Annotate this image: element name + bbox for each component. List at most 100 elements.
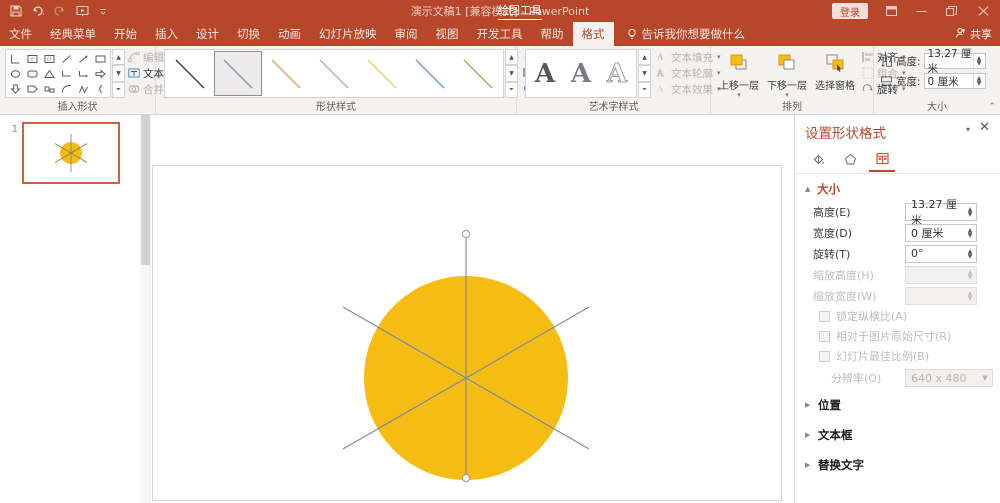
minimize-icon[interactable] [906, 0, 936, 22]
shape-pentagon-icon[interactable] [24, 81, 41, 96]
close-icon[interactable] [966, 0, 1000, 22]
alt-text-section[interactable]: ▶ 替换文字 [795, 450, 1000, 480]
best-scale-slideshow-row[interactable]: 幻灯片最佳比例(B) [795, 346, 1000, 366]
shape-rounded-rect-icon[interactable] [24, 66, 41, 81]
tab-help[interactable]: 帮助 [532, 22, 573, 46]
tab-format[interactable]: 格式 [572, 22, 614, 46]
shape-style-4[interactable] [358, 51, 406, 96]
pane-width-arrows[interactable]: ▲ ▼ [964, 227, 976, 238]
redo-icon[interactable] [50, 1, 70, 21]
shape-line-icon[interactable] [58, 51, 75, 66]
shape-down-arrow-icon[interactable] [7, 81, 24, 96]
save-icon[interactable] [6, 1, 26, 21]
size-section-header[interactable]: ▲ 大小 [795, 175, 1000, 201]
lock-aspect-ratio-checkbox[interactable] [819, 310, 830, 322]
collapse-ribbon-icon[interactable]: ⌃ [988, 102, 996, 112]
share-button[interactable]: 共享 [955, 26, 992, 42]
shape-right-arrow-icon[interactable] [92, 66, 109, 81]
shape-right-triangle-icon[interactable] [7, 51, 24, 66]
wordart-style-1[interactable]: A [563, 51, 599, 96]
wordart-style-2[interactable]: A [599, 51, 635, 96]
tell-me-search[interactable]: 告诉我你想要做什么 [614, 22, 745, 46]
shape-style-1[interactable] [214, 51, 262, 96]
send-backward-button[interactable]: 下移一层 ▾ [763, 49, 811, 99]
fill-line-tab[interactable] [805, 149, 831, 172]
start-slideshow-icon[interactable] [72, 1, 92, 21]
undo-icon[interactable] [28, 1, 48, 21]
shapes-gallery[interactable] [5, 49, 111, 98]
tab-animations[interactable]: 动画 [269, 22, 310, 46]
shape-style-5[interactable] [406, 51, 454, 96]
shape-flowchart-icon[interactable] [41, 81, 58, 96]
bring-forward-button[interactable]: 上移一层 ▾ [715, 49, 763, 99]
chevron-down-icon[interactable]: ▼ [978, 374, 992, 382]
slide-thumbnail-1[interactable] [22, 122, 120, 184]
ribbon-display-options-icon[interactable] [876, 0, 906, 22]
sign-in-button[interactable]: 登录 [832, 3, 868, 19]
size-properties-tab[interactable] [869, 149, 895, 172]
tab-classic-menu[interactable]: 经典菜单 [41, 22, 105, 46]
tab-insert[interactable]: 插入 [146, 22, 187, 46]
shapes-gallery-scroll[interactable]: ▲ ▼ ⏷ [112, 49, 125, 98]
pane-height-arrows[interactable]: ▲ ▼ [964, 206, 976, 217]
pane-options-chevron-icon[interactable]: ▾ [966, 125, 970, 134]
shape-rectangle-icon[interactable] [92, 51, 109, 66]
wordart-style-0[interactable]: A [527, 51, 563, 96]
pane-width-value[interactable]: 0 厘米 [906, 225, 964, 241]
tab-design[interactable]: 设计 [187, 22, 228, 46]
height-spinner[interactable]: 13.27 厘米 ▲ ▼ [923, 48, 986, 75]
wordart-scroll-down-icon[interactable]: ▼ [638, 65, 651, 82]
wordart-scroll-up-icon[interactable]: ▲ [638, 49, 651, 66]
tab-transitions[interactable]: 切换 [228, 22, 269, 46]
selection-pane-button[interactable]: 选择窗格 [811, 49, 859, 92]
relative-original-size-row[interactable]: 相对于图片原始尺寸(R) [795, 326, 1000, 346]
shape-elbow-arrow-icon[interactable] [75, 66, 92, 81]
shapes-scroll-up-icon[interactable]: ▲ [112, 49, 125, 66]
height-spinner-arrows[interactable]: ▲ ▼ [972, 54, 985, 68]
restore-icon[interactable] [936, 0, 966, 22]
wordart-gallery-scroll[interactable]: ▲ ▼ ⏷ [638, 49, 651, 98]
pane-rotation-value[interactable]: 0° [906, 247, 964, 260]
shape-style-0[interactable] [166, 51, 214, 96]
shape-style-2[interactable] [262, 51, 310, 96]
tab-developer[interactable]: 开发工具 [468, 22, 532, 46]
shape-elbow-connector-icon[interactable] [58, 66, 75, 81]
shape-style-3[interactable] [310, 51, 358, 96]
pane-close-icon[interactable]: ✕ [979, 121, 990, 134]
shape-curve-icon[interactable] [58, 81, 75, 96]
tab-view[interactable]: 视图 [427, 22, 468, 46]
wordart-gallery-more-icon[interactable]: ⏷ [638, 81, 651, 98]
shape-arrow-icon[interactable] [75, 51, 92, 66]
pane-rotation-arrows[interactable]: ▲ ▼ [964, 248, 976, 259]
tab-file[interactable]: 文件 [0, 22, 41, 46]
pane-rotation-spinner[interactable]: 0° ▲ ▼ [905, 244, 977, 263]
slide-canvas[interactable] [152, 165, 782, 501]
best-scale-slideshow-checkbox[interactable] [819, 350, 830, 362]
width-spinner[interactable]: 0 厘米 ▲ ▼ [923, 73, 986, 89]
shape-oval-icon[interactable] [7, 66, 24, 81]
width-value[interactable]: 0 厘米 [925, 74, 973, 89]
tab-home[interactable]: 开始 [105, 22, 146, 46]
height-value[interactable]: 13.27 厘米 [925, 46, 973, 76]
pane-height-spinner[interactable]: 13.27 厘米 ▲ ▼ [905, 198, 977, 227]
shape-style-6[interactable] [454, 51, 502, 96]
shape-bracket-icon[interactable] [92, 81, 109, 96]
shapes-gallery-more-icon[interactable]: ⏷ [112, 81, 125, 98]
shape-freeform-icon[interactable] [75, 81, 92, 96]
width-spinner-arrows[interactable]: ▲ ▼ [972, 74, 985, 88]
shape-textbox-icon[interactable] [24, 51, 41, 66]
customize-qat-icon[interactable] [94, 1, 114, 21]
shape-triangle-icon[interactable] [41, 66, 58, 81]
resolution-select[interactable]: 640 x 480 ▼ [905, 369, 993, 387]
scrollbar-thumb[interactable] [141, 115, 150, 265]
position-section[interactable]: ▶ 位置 [795, 390, 1000, 420]
shape-vertical-textbox-icon[interactable] [41, 51, 58, 66]
shapes-scroll-down-icon[interactable]: ▼ [112, 65, 125, 82]
effects-tab[interactable] [837, 149, 863, 172]
wordart-style-gallery[interactable]: A A A [525, 49, 637, 98]
shape-style-gallery-scroll[interactable]: ▲ ▼ ⏷ [505, 49, 518, 98]
tab-slideshow[interactable]: 幻灯片放映 [310, 22, 386, 46]
textbox-section[interactable]: ▶ 文本框 [795, 420, 1000, 450]
shape-style-gallery[interactable] [164, 49, 504, 98]
pane-width-spinner[interactable]: 0 厘米 ▲ ▼ [905, 223, 977, 242]
